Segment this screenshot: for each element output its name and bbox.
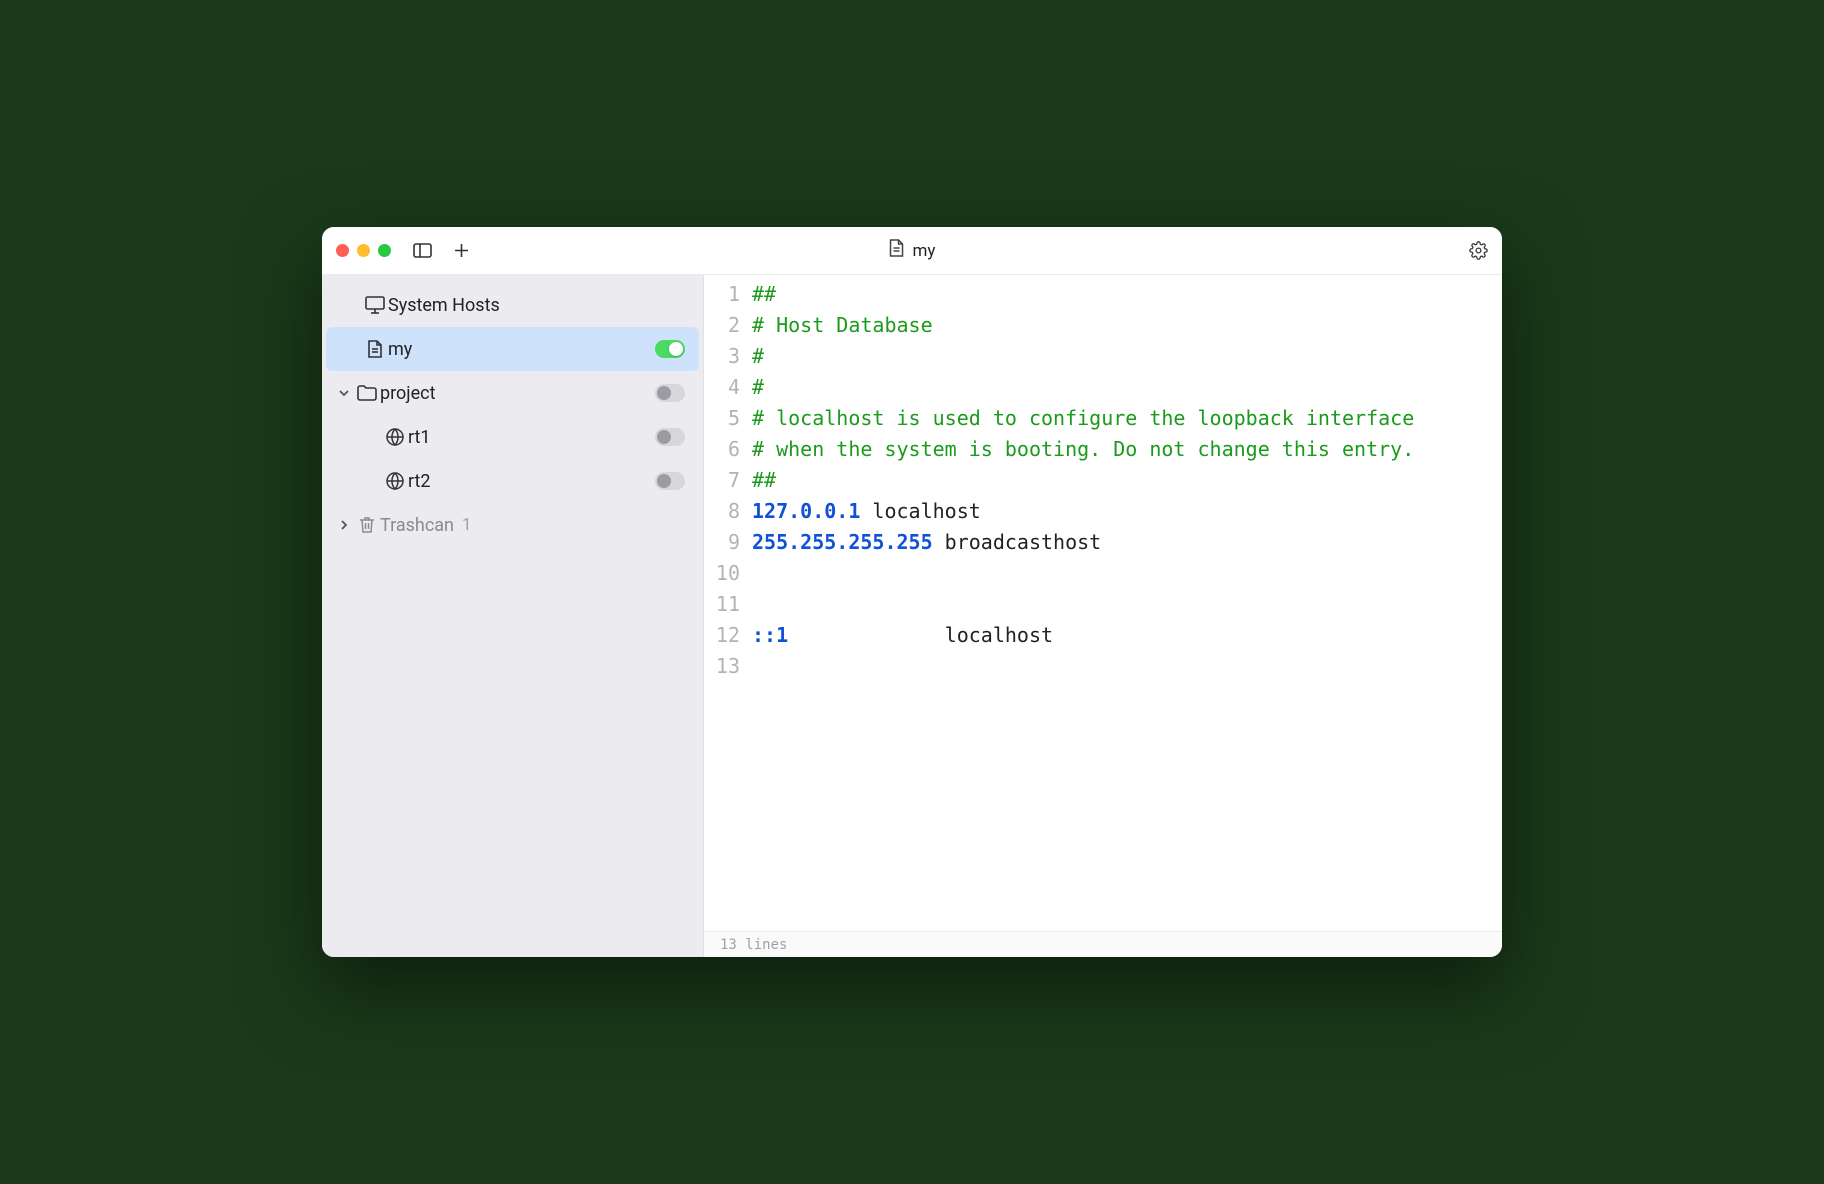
add-button[interactable] <box>454 243 469 258</box>
folder-icon <box>354 385 380 401</box>
line-content[interactable]: ## <box>752 279 1502 310</box>
trashcan-count: 1 <box>462 515 472 535</box>
toggle-project[interactable] <box>655 384 685 402</box>
app-window: my System Hosts <box>322 227 1502 957</box>
globe-icon <box>382 472 408 490</box>
line-number: 6 <box>704 434 752 465</box>
code-line[interactable]: 5# localhost is used to configure the lo… <box>704 403 1502 434</box>
sidebar-item-rt1[interactable]: rt1 <box>326 415 699 459</box>
line-number: 3 <box>704 341 752 372</box>
minimize-window-button[interactable] <box>357 244 370 257</box>
sidebar-item-label: project <box>380 383 655 404</box>
line-content[interactable]: 255.255.255.255 broadcasthost <box>752 527 1502 558</box>
close-window-button[interactable] <box>336 244 349 257</box>
line-number: 13 <box>704 651 752 682</box>
sidebar-item-label: my <box>388 339 655 360</box>
sidebar-item-label: System Hosts <box>388 295 685 316</box>
sidebar-item-my[interactable]: my <box>326 327 699 371</box>
globe-icon <box>382 428 408 446</box>
sidebar-item-label: Trashcan <box>380 515 454 536</box>
app-body: System Hosts my <box>322 275 1502 957</box>
sidebar-item-trashcan[interactable]: Trashcan 1 <box>326 503 699 547</box>
line-content[interactable]: 127.0.0.1 localhost <box>752 496 1502 527</box>
code-line[interactable]: 13 <box>704 651 1502 682</box>
status-text: 13 lines <box>720 937 787 953</box>
line-number: 2 <box>704 310 752 341</box>
toggle-my[interactable] <box>655 340 685 358</box>
sidebar-item-system-hosts[interactable]: System Hosts <box>326 283 699 327</box>
code-line[interactable]: 4# <box>704 372 1502 403</box>
line-content[interactable]: ::1 localhost <box>752 620 1502 651</box>
file-icon <box>362 340 388 358</box>
line-number: 7 <box>704 465 752 496</box>
line-content[interactable] <box>752 651 1502 682</box>
line-content[interactable]: # Host Database <box>752 310 1502 341</box>
line-number: 12 <box>704 620 752 651</box>
trash-icon <box>354 516 380 534</box>
line-content[interactable]: # <box>752 341 1502 372</box>
code-area[interactable]: 1##2# Host Database3#4#5# localhost is u… <box>704 275 1502 931</box>
code-line[interactable]: 3# <box>704 341 1502 372</box>
monitor-icon <box>362 296 388 314</box>
line-number: 5 <box>704 403 752 434</box>
line-content[interactable] <box>752 589 1502 620</box>
line-content[interactable]: # when the system is booting. Do not cha… <box>752 434 1502 465</box>
settings-icon[interactable] <box>1469 241 1488 260</box>
line-number: 11 <box>704 589 752 620</box>
window-title: my <box>913 241 936 261</box>
code-line[interactable]: 12::1 localhost <box>704 620 1502 651</box>
file-icon <box>889 239 905 262</box>
line-number: 9 <box>704 527 752 558</box>
fullscreen-window-button[interactable] <box>378 244 391 257</box>
statusbar: 13 lines <box>704 931 1502 957</box>
code-line[interactable]: 7## <box>704 465 1502 496</box>
sidebar-item-rt2[interactable]: rt2 <box>326 459 699 503</box>
line-number: 4 <box>704 372 752 403</box>
toggle-rt1[interactable] <box>655 428 685 446</box>
line-content[interactable] <box>752 558 1502 589</box>
code-line[interactable]: 10 <box>704 558 1502 589</box>
sidebar-item-project[interactable]: project <box>326 371 699 415</box>
sidebar-item-label: rt2 <box>408 471 655 492</box>
traffic-lights <box>336 244 391 257</box>
code-line[interactable]: 2# Host Database <box>704 310 1502 341</box>
sidebar-toggle-icon[interactable] <box>413 243 432 258</box>
code-line[interactable]: 6# when the system is booting. Do not ch… <box>704 434 1502 465</box>
line-content[interactable]: # <box>752 372 1502 403</box>
chevron-right-icon[interactable] <box>334 519 354 531</box>
toggle-rt2[interactable] <box>655 472 685 490</box>
sidebar-item-label: rt1 <box>408 427 655 448</box>
code-line[interactable]: 8127.0.0.1 localhost <box>704 496 1502 527</box>
line-content[interactable]: # localhost is used to configure the loo… <box>752 403 1502 434</box>
code-line[interactable]: 1## <box>704 279 1502 310</box>
code-line[interactable]: 9255.255.255.255 broadcasthost <box>704 527 1502 558</box>
line-content[interactable]: ## <box>752 465 1502 496</box>
chevron-down-icon[interactable] <box>334 387 354 399</box>
editor: 1##2# Host Database3#4#5# localhost is u… <box>704 275 1502 957</box>
line-number: 1 <box>704 279 752 310</box>
code-line[interactable]: 11 <box>704 589 1502 620</box>
line-number: 8 <box>704 496 752 527</box>
titlebar: my <box>322 227 1502 275</box>
sidebar: System Hosts my <box>322 275 704 957</box>
line-number: 10 <box>704 558 752 589</box>
